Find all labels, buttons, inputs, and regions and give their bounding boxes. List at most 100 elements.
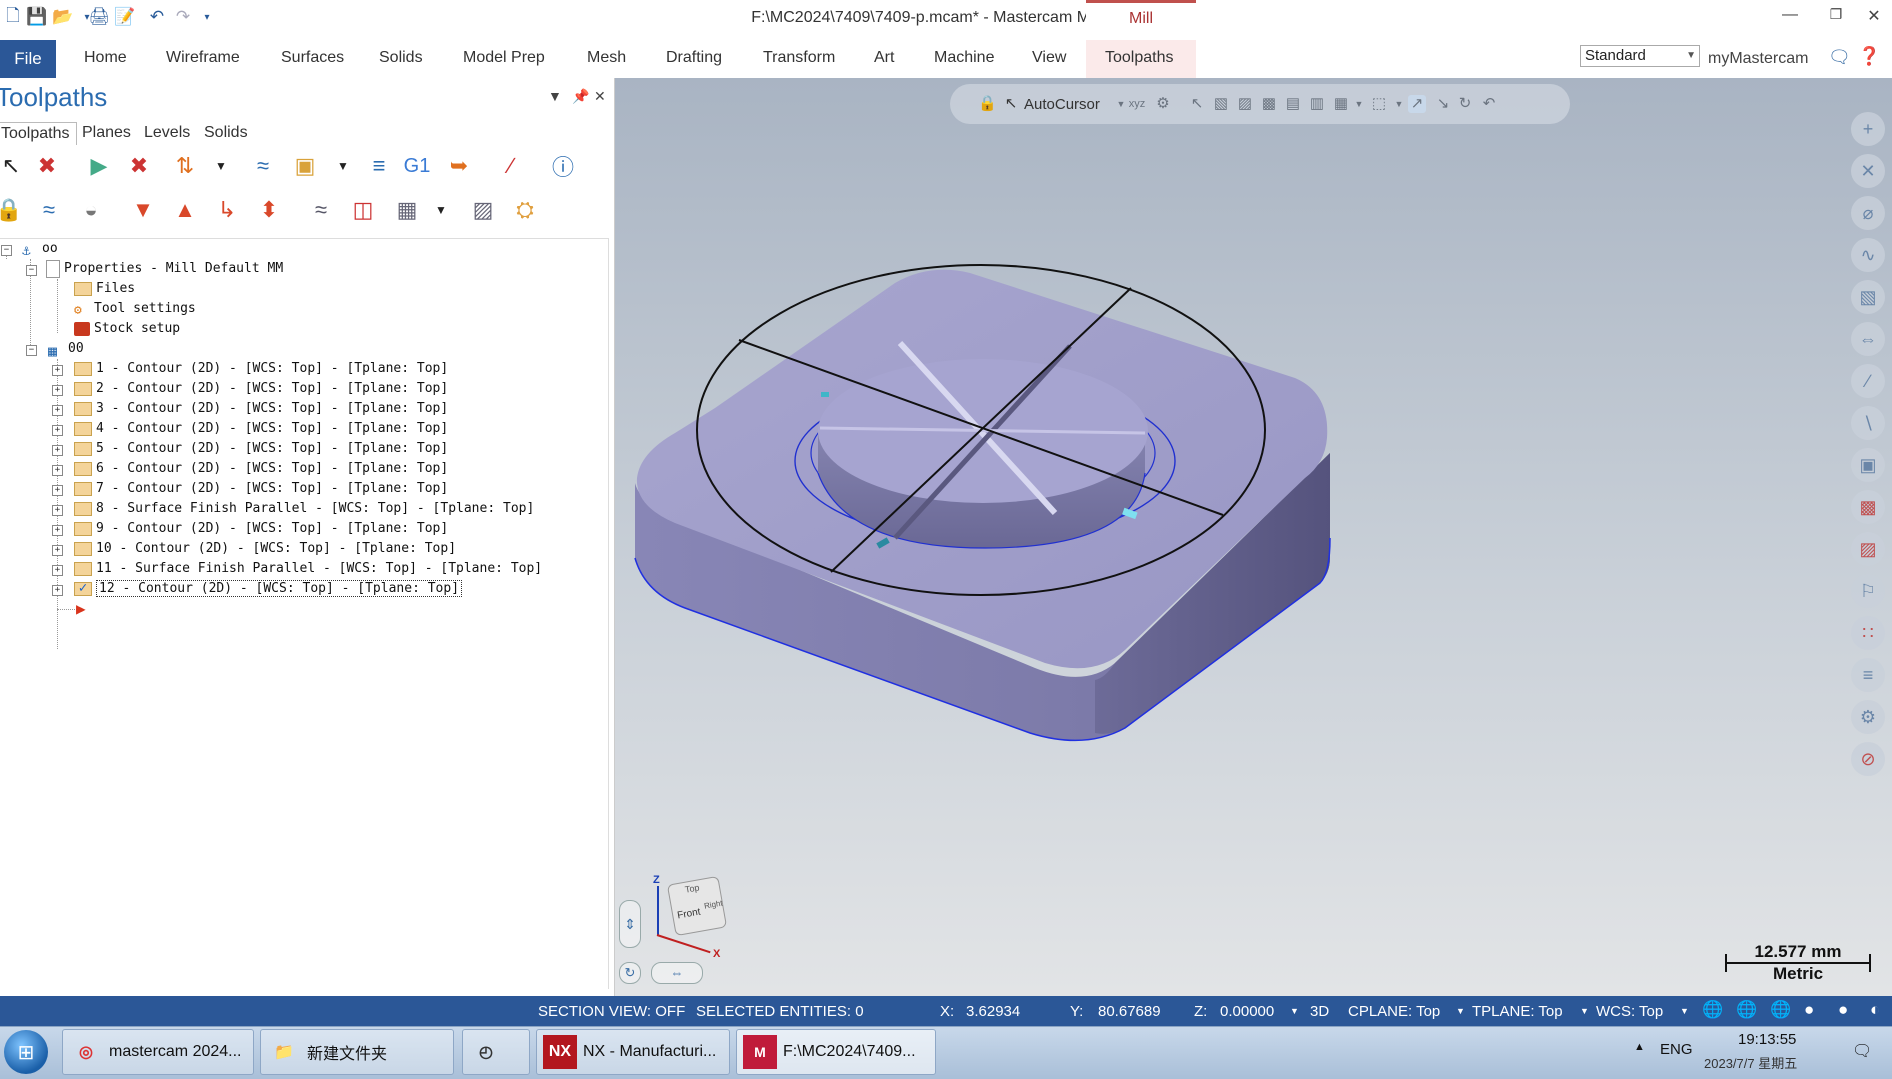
pin-icon[interactable]: 📌 [572,88,589,105]
configuration-select[interactable]: Standard ▼ [1580,45,1700,67]
verify-dropdown-icon[interactable]: ▼ [328,152,358,180]
select-errors-icon[interactable]: ✖ [32,152,62,180]
sphere-light-icon[interactable]: ● [1838,1000,1848,1020]
layers-icon[interactable]: ≡ [1851,658,1885,692]
measure-icon[interactable]: ∖ [1851,406,1885,440]
hidden-globe-icon[interactable]: 🌐 [1770,1000,1791,1020]
z-dropdown-icon[interactable]: ▼ [1290,1006,1299,1016]
tree-root[interactable]: ⚓ oo [22,239,58,259]
snap-icon[interactable]: ✕ [1851,154,1885,188]
expand-op-5-icon[interactable]: + [52,445,63,456]
restore-button[interactable]: ❐ [1818,6,1854,23]
horizontal-pan-icon[interactable]: ⇔ [651,962,703,984]
insert-arrow-icon[interactable]: ↳ [212,196,242,224]
compare-icon[interactable]: ▨ [1851,532,1885,566]
tplane-dropdown-icon[interactable]: ▼ [1580,1006,1589,1016]
expand-op-2-icon[interactable]: + [52,385,63,396]
toggle-display-icon[interactable]: ≈ [34,196,64,224]
cplane-dropdown-icon[interactable]: ▼ [1456,1006,1465,1016]
notification-icon[interactable]: 🗨 [1852,1041,1872,1061]
settings-gear-icon[interactable]: ⚙ [1851,700,1885,734]
tab-model-prep[interactable]: Model Prep [463,49,545,67]
tree-tool-settings[interactable]: ⚙ Tool settings [74,299,196,319]
wireframe-globe-icon[interactable]: 🌐 [1702,1000,1723,1020]
g1-post-icon[interactable]: G1 [402,152,432,180]
operation-11[interactable]: 11 - Surface Finish Parallel - [WCS: Top… [74,559,542,579]
expand-op-6-icon[interactable]: + [52,465,63,476]
regenerate-selected-icon[interactable]: ▶ [84,152,114,180]
select-all-icon[interactable]: ↖ [0,152,26,180]
panel-close-icon[interactable]: ✕ [594,88,606,105]
operation-5[interactable]: 5 - Contour (2D) - [WCS: Top] - [Tplane:… [74,439,448,459]
tab-drafting[interactable]: Drafting [666,49,722,67]
expand-op-11-icon[interactable]: + [52,565,63,576]
operation-7[interactable]: 7 - Contour (2D) - [WCS: Top] - [Tplane:… [74,479,448,499]
select-toolpath-icon[interactable]: ≈ [306,196,336,224]
move-up-icon[interactable]: ▲ [170,196,200,224]
analyze-icon[interactable]: ▩ [1851,490,1885,524]
move-operations-icon[interactable]: ⇅ [170,152,200,180]
box-icon[interactable]: ▣ [1851,448,1885,482]
minimize-button[interactable]: — [1772,6,1808,24]
sphere-translucent-icon[interactable]: ◐ [1870,1000,1880,1020]
tree-group[interactable]: ▦ 00 [48,339,84,360]
collapse-group-icon[interactable]: − [26,345,37,356]
help-icon[interactable]: ❓ [1858,46,1880,67]
tree-files[interactable]: Files [74,279,135,299]
expand-op-1-icon[interactable]: + [52,365,63,376]
collapse-properties-icon[interactable]: − [26,265,37,276]
tab-home[interactable]: Home [84,49,127,67]
move-down-icon[interactable]: ▼ [128,196,158,224]
regenerate-dirty-icon[interactable]: ✖ [124,152,154,180]
tplane-status[interactable]: TPLANE: Top [1472,1003,1563,1020]
tree-stock-setup[interactable]: Stock setup [74,319,180,339]
tab-view[interactable]: View [1032,49,1066,67]
help-circle-icon[interactable]: ⓘ [548,152,578,180]
wcs-dropdown-icon[interactable]: ▼ [1680,1006,1689,1016]
taskbar-item-folder[interactable]: 📁 新建文件夹 [260,1029,454,1075]
operation-2[interactable]: 2 - Contour (2D) - [WCS: Top] - [Tplane:… [74,379,448,399]
expand-op-3-icon[interactable]: + [52,405,63,416]
sphere-shade-icon[interactable]: ● [1804,1000,1814,1020]
tab-art[interactable]: Art [874,49,894,67]
tab-surfaces[interactable]: Surfaces [281,49,344,67]
operation-12-selected[interactable]: ✓ 12 - Contour (2D) - [WCS: Top] - [Tplan… [74,579,463,599]
tab-machine[interactable]: Machine [934,49,994,67]
taskbar-item-nx[interactable]: NX NX - Manufacturi... [536,1029,730,1075]
taskbar-item-tool[interactable]: ◴ [462,1029,530,1075]
start-button[interactable]: ⊞ [4,1030,48,1074]
tab-levels[interactable]: Levels [138,122,196,144]
tab-solids-panel[interactable]: Solids [198,122,254,144]
ghost-icon[interactable]: ◒ [76,196,106,224]
taskbar-item-mastercam[interactable]: M F:\MC2024\7409... [736,1029,936,1075]
tool-icon[interactable]: ∕ [1851,364,1885,398]
points-icon[interactable]: ∷ [1851,616,1885,650]
curve-icon[interactable]: ∿ [1851,238,1885,272]
tree-properties[interactable]: Properties - Mill Default MM [46,259,283,279]
close-button[interactable]: ✕ [1856,6,1892,26]
file-tab[interactable]: File [0,40,56,78]
language-indicator[interactable]: ENG [1660,1041,1693,1058]
wcs-status[interactable]: WCS: Top [1596,1003,1663,1020]
solid-view-icon[interactable]: ▧ [1851,280,1885,314]
verify-icon[interactable]: ▣ [290,152,320,180]
tab-toolpaths-panel[interactable]: Toolpaths [0,122,77,145]
mode-3d-toggle[interactable]: 3D [1310,1003,1329,1020]
vertical-pan-icon[interactable]: ⇕ [619,900,641,948]
panel-menu-icon[interactable]: ▼ [548,88,562,104]
display-dropdown-icon[interactable]: ▼ [426,196,456,224]
circle-icon[interactable]: ⌀ [1851,196,1885,230]
operation-10[interactable]: 10 - Contour (2D) - [WCS: Top] - [Tplane… [74,539,456,559]
operation-1[interactable]: 1 - Contour (2D) - [WCS: Top] - [Tplane:… [74,359,448,379]
tab-solids[interactable]: Solids [379,49,423,67]
collapse-root-icon[interactable]: − [1,245,12,256]
toolbar-dropdown-icon[interactable]: ▼ [206,152,236,180]
add-icon[interactable]: + [1851,112,1885,146]
tab-transform[interactable]: Transform [763,49,835,67]
operation-6[interactable]: 6 - Contour (2D) - [WCS: Top] - [Tplane:… [74,459,448,479]
dimension-icon[interactable]: ⇔ [1851,322,1885,356]
feedback-icon[interactable]: 🗨 [1828,47,1851,68]
simulate-icon[interactable]: ≡ [364,152,394,180]
operation-9[interactable]: 9 - Contour (2D) - [WCS: Top] - [Tplane:… [74,519,448,539]
expand-op-7-icon[interactable]: + [52,485,63,496]
